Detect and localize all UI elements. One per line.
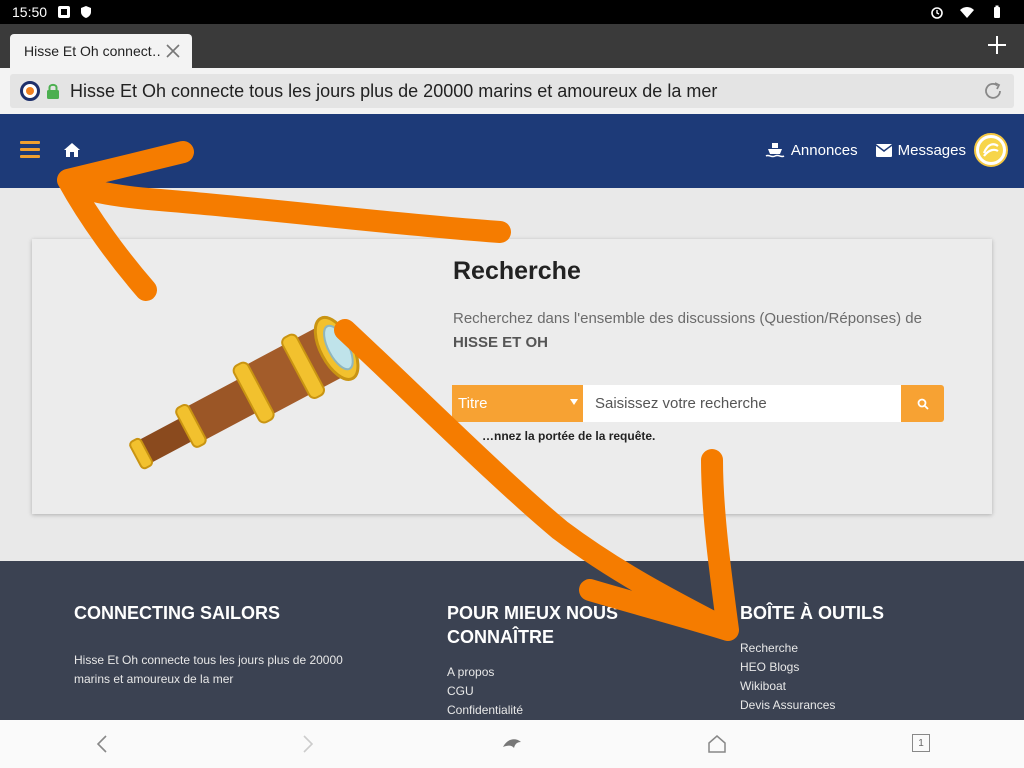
nav-annonces-label: Annonces xyxy=(790,141,858,159)
address-bar-container: Hisse Et Oh connecte tous les jours plus… xyxy=(0,68,1024,114)
search-card: Recherche Recherchez dans l'ensemble des… xyxy=(32,239,992,514)
search-form: Titre xyxy=(452,385,944,422)
search-button[interactable] xyxy=(901,385,944,422)
footer-link[interactable]: A propos xyxy=(447,663,647,682)
search-description-text: Recherchez dans l'ensemble des discussio… xyxy=(453,310,922,327)
nav-messages-link[interactable]: Messages xyxy=(875,141,966,159)
search-scope-select[interactable]: Titre xyxy=(452,385,583,422)
browser-tab[interactable]: Hisse Et Oh connect… xyxy=(10,34,192,68)
footer-text: Hisse Et Oh connecte tous les jours plus… xyxy=(74,653,343,686)
footer-link[interactable]: Devis Assurances xyxy=(740,696,960,715)
footer-column-tools: BOÎTE À OUTILS Recherche HEO Blogs Wikib… xyxy=(740,601,960,715)
boat-icon xyxy=(765,143,785,158)
search-hint: …nnez la portée de la requête. xyxy=(482,429,656,443)
search-title: Recherche xyxy=(453,257,581,285)
dolphin-menu-icon[interactable] xyxy=(501,733,523,755)
envelope-icon xyxy=(875,143,892,157)
footer-link[interactable]: CGU xyxy=(447,682,647,701)
reload-icon[interactable] xyxy=(982,80,1004,102)
search-input[interactable] xyxy=(583,385,901,422)
tabs-count-button[interactable]: 1 xyxy=(912,734,930,752)
footer-link[interactable]: Confidentialité xyxy=(447,701,647,720)
address-bar[interactable]: Hisse Et Oh connecte tous les jours plus… xyxy=(10,74,1014,108)
search-icon xyxy=(917,398,929,410)
footer-heading: BOÎTE À OUTILS xyxy=(740,603,884,623)
app-notification-icon xyxy=(58,6,71,18)
wifi-icon xyxy=(960,7,974,18)
footer-heading: CONNECTING SAILORS xyxy=(74,603,281,623)
footer-column-about: POUR MIEUX NOUS CONNAÎTRE A propos CGU C… xyxy=(447,601,647,720)
address-text: Hisse Et Oh connecte tous les jours plus… xyxy=(70,80,718,101)
battery-icon xyxy=(994,5,1000,18)
nav-annonces-link[interactable]: Annonces xyxy=(765,141,858,159)
chevron-down-icon xyxy=(570,399,578,405)
new-tab-icon[interactable] xyxy=(986,34,1008,56)
search-description-site: HISSE ET OH xyxy=(453,334,549,351)
footer-column-connecting: CONNECTING SAILORS Hisse Et Oh connecte … xyxy=(74,601,374,689)
avatar-logo-icon xyxy=(979,138,1003,162)
search-description: Recherchez dans l'ensemble des discussio… xyxy=(453,307,953,355)
tabs-count: 1 xyxy=(918,737,924,749)
hamburger-menu-icon[interactable] xyxy=(20,141,40,159)
tab-title: Hisse Et Oh connect… xyxy=(24,43,160,59)
telescope-illustration-icon xyxy=(129,316,360,470)
lock-icon xyxy=(47,83,59,99)
footer-link[interactable]: Recherche xyxy=(740,639,960,658)
alarm-icon xyxy=(931,7,943,19)
footer-link[interactable]: HEO Blogs xyxy=(740,658,960,677)
footer-heading: POUR MIEUX NOUS CONNAÎTRE xyxy=(447,603,619,647)
nav-messages-label: Messages xyxy=(897,141,966,159)
footer-link[interactable]: Wikiboat xyxy=(740,677,960,696)
search-scope-value: Titre xyxy=(458,395,488,412)
user-avatar[interactable] xyxy=(974,133,1008,167)
browser-tab-strip: Hisse Et Oh connect… xyxy=(0,24,1024,68)
status-time: 15:50 xyxy=(12,4,48,20)
browser-bottom-bar: 1 xyxy=(0,720,1024,768)
forward-icon[interactable] xyxy=(296,733,318,755)
home-icon[interactable] xyxy=(63,142,81,158)
close-icon[interactable] xyxy=(164,42,182,60)
site-footer: CONNECTING SAILORS Hisse Et Oh connecte … xyxy=(0,561,1024,721)
back-icon[interactable] xyxy=(92,733,114,755)
shield-icon xyxy=(81,6,92,18)
site-favicon-icon xyxy=(20,81,40,101)
status-bar: 15:50 xyxy=(0,0,1024,24)
home-icon[interactable] xyxy=(706,733,728,755)
site-navbar: Annonces Messages xyxy=(0,114,1024,188)
